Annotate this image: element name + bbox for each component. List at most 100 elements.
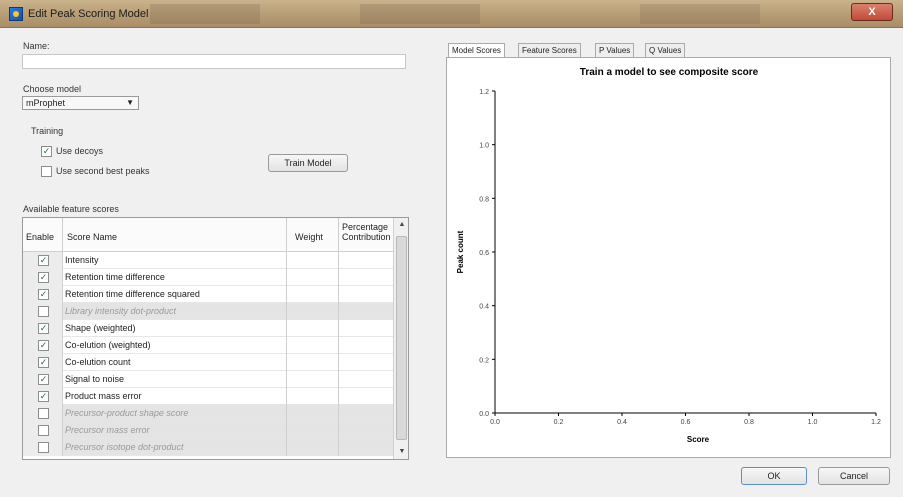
enable-checkbox[interactable]: ✓ <box>38 289 49 300</box>
model-select-value: mProphet <box>26 98 66 108</box>
percentage-cell <box>339 337 393 354</box>
enable-checkbox[interactable] <box>38 425 49 436</box>
table-row[interactable]: ✓ Co-elution count <box>23 354 393 371</box>
score-name-cell: Signal to noise <box>63 371 287 388</box>
enable-checkbox[interactable]: ✓ <box>38 374 49 385</box>
table-row[interactable]: Precursor-product shape score <box>23 405 393 422</box>
vertical-scrollbar[interactable]: ▲ ▼ <box>393 218 408 459</box>
x-tick-label: 1.2 <box>871 419 881 426</box>
y-tick-label: 0.8 <box>479 196 489 203</box>
weight-cell <box>287 252 339 269</box>
enable-cell: ✓ <box>23 371 63 388</box>
enable-cell: ✓ <box>23 388 63 405</box>
x-tick-label: 0.6 <box>681 419 691 426</box>
x-tick-label: 0.4 <box>617 419 627 426</box>
column-header-weight[interactable]: Weight <box>287 218 339 252</box>
scroll-thumb[interactable] <box>396 236 407 440</box>
weight-cell <box>287 286 339 303</box>
y-tick-label: 1.2 <box>479 89 489 96</box>
enable-cell <box>23 422 63 439</box>
y-tick-label: 0.2 <box>479 357 489 364</box>
percentage-cell <box>339 303 393 320</box>
use-second-best-checkbox[interactable] <box>41 166 52 177</box>
window-title: Edit Peak Scoring Model <box>28 8 149 20</box>
scroll-up-icon[interactable]: ▲ <box>394 218 408 232</box>
close-button[interactable]: X <box>851 3 893 21</box>
x-axis-label: Score <box>687 435 710 444</box>
use-decoys-label: Use decoys <box>56 146 104 156</box>
y-tick-label: 0.0 <box>479 411 489 418</box>
chevron-down-icon: ▼ <box>126 98 134 107</box>
enable-checkbox[interactable]: ✓ <box>38 255 49 266</box>
table-row[interactable]: Precursor mass error <box>23 422 393 439</box>
table-row[interactable]: ✓ Signal to noise <box>23 371 393 388</box>
enable-checkbox[interactable]: ✓ <box>38 340 49 351</box>
enable-checkbox[interactable]: ✓ <box>38 391 49 402</box>
tab-model-scores[interactable]: Model Scores <box>448 43 505 58</box>
percentage-cell <box>339 269 393 286</box>
enable-checkbox[interactable] <box>38 306 49 317</box>
weight-cell <box>287 388 339 405</box>
column-header-percentage[interactable]: Percentage Contribution <box>339 218 393 252</box>
percentage-cell <box>339 252 393 269</box>
weight-cell <box>287 405 339 422</box>
weight-cell <box>287 269 339 286</box>
enable-cell: ✓ <box>23 320 63 337</box>
use-decoys-checkbox[interactable]: ✓ <box>41 146 52 157</box>
enable-cell: ✓ <box>23 269 63 286</box>
percentage-cell <box>339 286 393 303</box>
title-bar-background <box>360 4 480 24</box>
model-select[interactable]: mProphet ▼ <box>22 96 139 110</box>
cancel-button[interactable]: Cancel <box>818 467 890 485</box>
enable-checkbox[interactable] <box>38 408 49 419</box>
train-model-button[interactable]: Train Model <box>268 154 348 172</box>
percentage-cell <box>339 371 393 388</box>
score-name-cell: Precursor-product shape score <box>63 405 287 422</box>
tab-p-values[interactable]: P Values <box>595 43 635 57</box>
title-bar-background <box>640 4 760 24</box>
table-header: Enable Score Name Weight Percentage Cont… <box>23 218 393 252</box>
x-tick-label: 0.8 <box>744 419 754 426</box>
tab-q-values[interactable]: Q Values <box>645 43 686 57</box>
percentage-cell <box>339 439 393 456</box>
score-name-cell: Co-elution (weighted) <box>63 337 287 354</box>
weight-cell <box>287 422 339 439</box>
y-tick-label: 1.0 <box>479 143 489 150</box>
y-tick-label: 0.6 <box>479 250 489 257</box>
enable-cell <box>23 439 63 456</box>
score-name-cell: Retention time difference <box>63 269 287 286</box>
choose-model-label: Choose model <box>23 84 82 94</box>
score-name-cell: Product mass error <box>63 388 287 405</box>
enable-checkbox[interactable]: ✓ <box>38 272 49 283</box>
chart-axes: 0.0 0.2 0.4 0.6 0.8 1.0 1.2 0.0 0.2 0.4 0.6 0.8 1.0 1… <box>479 89 881 426</box>
name-input[interactable] <box>22 54 406 69</box>
table-row[interactable]: ✓ Intensity <box>23 252 393 269</box>
column-header-enable[interactable]: Enable <box>23 218 63 252</box>
scroll-down-icon[interactable]: ▼ <box>394 445 408 459</box>
use-second-best-label: Use second best peaks <box>56 166 150 176</box>
table-row[interactable]: ✓ Product mass error <box>23 388 393 405</box>
weight-cell <box>287 337 339 354</box>
weight-cell <box>287 371 339 388</box>
score-name-cell: Retention time difference squared <box>63 286 287 303</box>
tab-feature-scores[interactable]: Feature Scores <box>518 43 581 57</box>
table-row[interactable]: ✓ Retention time difference <box>23 269 393 286</box>
column-header-score-name[interactable]: Score Name <box>63 218 287 252</box>
feature-scores-label: Available feature scores <box>23 204 119 214</box>
feature-scores-table[interactable]: Enable Score Name Weight Percentage Cont… <box>22 217 409 460</box>
enable-cell: ✓ <box>23 354 63 371</box>
table-row[interactable]: Precursor isotope dot-product <box>23 439 393 456</box>
percentage-cell <box>339 388 393 405</box>
table-row[interactable]: ✓ Co-elution (weighted) <box>23 337 393 354</box>
table-row[interactable]: Library intensity dot-product <box>23 303 393 320</box>
title-bar: Edit Peak Scoring Model X <box>0 0 903 28</box>
table-row[interactable]: ✓ Shape (weighted) <box>23 320 393 337</box>
enable-checkbox[interactable] <box>38 442 49 453</box>
chart-panel: Train a model to see composite score Pea… <box>446 57 891 458</box>
ok-button[interactable]: OK <box>741 467 807 485</box>
percentage-cell <box>339 354 393 371</box>
enable-checkbox[interactable]: ✓ <box>38 323 49 334</box>
table-row[interactable]: ✓ Retention time difference squared <box>23 286 393 303</box>
enable-checkbox[interactable]: ✓ <box>38 357 49 368</box>
training-label: Training <box>31 126 64 136</box>
